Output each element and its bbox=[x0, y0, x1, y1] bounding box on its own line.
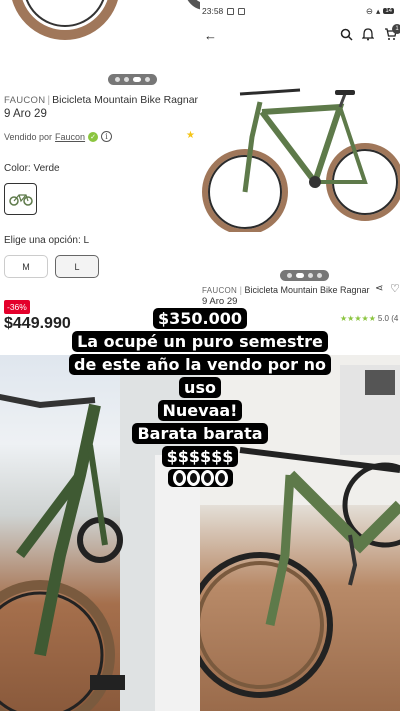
star-icon: ★ bbox=[186, 130, 195, 141]
bike-photo-illustration bbox=[0, 355, 200, 711]
product-title-line1: Bicicleta Mountain Bike Ragnar bbox=[244, 285, 370, 295]
heart-icon[interactable]: ♡ bbox=[390, 282, 400, 295]
verified-check-icon: ✓ bbox=[88, 131, 99, 142]
bike-photo-illustration bbox=[200, 355, 400, 698]
product-title: FAUCON | Bicicleta Mountain Bike Ragnar bbox=[202, 285, 370, 295]
star-icons: ★★★★★ bbox=[340, 314, 376, 323]
back-arrow-icon[interactable]: ← bbox=[204, 28, 217, 43]
notification-icon bbox=[238, 7, 246, 15]
sold-by: Faucon ✓ bbox=[202, 314, 242, 324]
product-title-line1: Bicicleta Mountain Bike Ragnar bbox=[52, 94, 199, 106]
size-button-m[interactable]: M bbox=[4, 255, 48, 278]
battery-icon: 14 bbox=[383, 8, 394, 14]
size-button-l[interactable]: L bbox=[55, 255, 99, 278]
seller-link[interactable]: Faucon bbox=[55, 132, 85, 142]
image-carousel-dots[interactable] bbox=[280, 270, 329, 281]
info-icon[interactable]: i bbox=[101, 131, 113, 142]
search-icon[interactable] bbox=[340, 28, 353, 44]
status-bar: 23:58 ⊖ ▴ 14 bbox=[200, 0, 400, 22]
top-nav-bar: ← 1 bbox=[200, 24, 400, 50]
product-page-right: 23:58 ⊖ ▴ 14 ← 1 FAUCON | Bicicleta Moun… bbox=[200, 0, 400, 355]
seller-link[interactable]: Faucon bbox=[202, 315, 229, 324]
bike-product-image[interactable] bbox=[200, 82, 400, 232]
status-time: 23:58 bbox=[202, 6, 224, 16]
dnd-icon: ⊖ bbox=[365, 5, 374, 16]
signal-icon: ▴ bbox=[376, 5, 381, 16]
bell-icon[interactable] bbox=[361, 28, 375, 44]
brand-name[interactable]: FAUCON bbox=[4, 95, 45, 106]
product-title-line2: 9 Aro 29 bbox=[202, 296, 238, 307]
product-title-line2: 9 Aro 29 bbox=[4, 108, 47, 120]
bike-wheel-image bbox=[10, 0, 120, 40]
bike-photo-right bbox=[200, 355, 400, 711]
image-carousel-dots[interactable] bbox=[108, 74, 157, 85]
verified-check-icon: ✓ bbox=[231, 314, 242, 324]
color-label: Color: Verde bbox=[4, 163, 60, 174]
rating-stars[interactable]: ★★★★★ 5.0 (4 bbox=[340, 314, 398, 323]
cart-icon[interactable]: 1 bbox=[384, 24, 400, 44]
price: $449.990 bbox=[4, 315, 71, 332]
sold-by: Vendido por Faucon ✓ i bbox=[4, 131, 113, 142]
share-icon[interactable]: ⋖ bbox=[375, 283, 383, 294]
bike-photo-left bbox=[0, 355, 200, 711]
sold-by-label: Vendido por bbox=[4, 131, 53, 142]
cart-count-badge: 1 bbox=[392, 24, 400, 34]
product-title: FAUCON | Bicicleta Mountain Bike Ragnar bbox=[4, 94, 199, 106]
discount-badge: -36% bbox=[4, 300, 30, 314]
bike-thumbnail-icon bbox=[8, 194, 33, 206]
color-swatch-verde[interactable] bbox=[4, 183, 37, 215]
product-page-left: FAUCON | Bicicleta Mountain Bike Ragnar 9 … bbox=[0, 0, 200, 355]
size-option-label: Elige una opción: L bbox=[4, 235, 90, 246]
bike-wheel-image-edge bbox=[185, 0, 200, 10]
brand-name[interactable]: FAUCON bbox=[202, 286, 237, 295]
notification-icon bbox=[227, 7, 235, 15]
rating-value: 5.0 (4 bbox=[377, 314, 399, 323]
